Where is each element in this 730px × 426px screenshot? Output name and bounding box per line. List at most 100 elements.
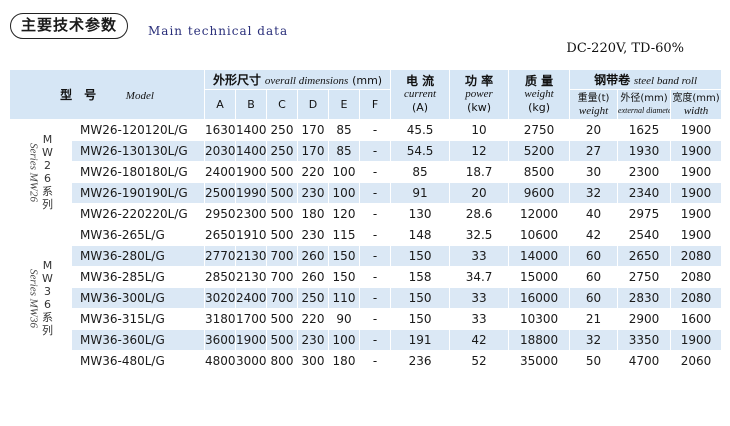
table-row: MW36-285L/G 2850 2130 700 260 150-158 34.7 1500…	[10, 266, 723, 288]
model-cell: MW36-300L/G	[71, 287, 205, 309]
cell-current: 85	[390, 161, 451, 183]
cell-power: 20	[449, 182, 510, 204]
table-row: MW26-190190L/G 2500 1990 500 230 100-91 20 9600…	[10, 182, 723, 204]
current-header-unit: (A)	[411, 101, 429, 114]
cell-d: 170	[297, 140, 329, 162]
cell-e: 100	[328, 161, 360, 183]
cell-f: -	[358, 161, 392, 183]
cell-band-od: 1625	[617, 119, 672, 141]
cell-e: 90	[328, 308, 360, 330]
series-label: Series MW26 MW26系列	[9, 119, 72, 225]
band-weight-header-en: weight	[578, 104, 609, 117]
cell-c: 500	[266, 182, 298, 204]
table-row: MW26-180180L/G 2400 1900 500 220 100-85 18.7 85…	[10, 161, 723, 183]
cell-c: 500	[266, 203, 298, 225]
cell-c: 500	[266, 329, 298, 351]
weight-header-cn: 质 量	[524, 74, 554, 88]
cell-band-weight: 20	[569, 119, 619, 141]
cell-f: -	[358, 266, 392, 288]
cell-band-width: 2080	[670, 245, 723, 267]
cell-e: 150	[328, 266, 360, 288]
cell-power: 12	[449, 140, 510, 162]
series-label-cn: MW26系列	[42, 133, 53, 211]
cell-a: 3180	[204, 308, 236, 330]
table-row: MW36-360L/G 3600 1900 500 230 100-191 42 18800 3…	[10, 329, 723, 351]
cell-band-weight: 60	[569, 287, 619, 309]
cell-current: 91	[390, 182, 451, 204]
cell-current: 150	[390, 308, 451, 330]
cell-a: 2650	[204, 224, 236, 246]
cell-band-weight: 40	[569, 203, 619, 225]
model-header-cn: 型 号	[60, 88, 97, 102]
cell-b: 3000	[235, 350, 267, 372]
cell-c: 500	[266, 161, 298, 183]
dimensions-header-en: overall dimensions	[264, 75, 349, 87]
dim-col-c: C	[266, 89, 298, 120]
cell-a: 2400	[204, 161, 236, 183]
dim-col-f: F	[358, 89, 392, 120]
cell-e: 150	[328, 245, 360, 267]
cell-e: 100	[328, 182, 360, 204]
cell-c: 500	[266, 308, 298, 330]
power-header-cn: 功 率	[464, 74, 494, 88]
table-row: MW36-315L/G 3180 1700 500 220 90-150 33 10300 21…	[10, 308, 723, 330]
band-width-header-cn: 宽度(mm)	[672, 92, 720, 104]
cell-band-weight: 21	[569, 308, 619, 330]
model-cell: MW26-120120L/G	[71, 119, 205, 141]
cell-b: 2130	[235, 245, 267, 267]
power-header: 功 率 power (kw)	[449, 69, 510, 120]
cell-power: 52	[449, 350, 510, 372]
cell-band-width: 2080	[670, 287, 723, 309]
cell-b: 1900	[235, 329, 267, 351]
cell-band-od: 2900	[617, 308, 672, 330]
cell-band-weight: 60	[569, 245, 619, 267]
cell-band-weight: 50	[569, 350, 619, 372]
cell-band-weight: 30	[569, 161, 619, 183]
cell-a: 1630	[204, 119, 236, 141]
cell-power: 33	[449, 308, 510, 330]
cell-band-width: 1600	[670, 308, 723, 330]
cell-f: -	[358, 245, 392, 267]
band-width-header: 宽度(mm) width	[670, 89, 723, 120]
cell-band-od: 2650	[617, 245, 672, 267]
cell-a: 2850	[204, 266, 236, 288]
cell-f: -	[358, 308, 392, 330]
cell-weight: 14000	[508, 245, 571, 267]
cell-a: 2770	[204, 245, 236, 267]
cell-band-weight: 32	[569, 182, 619, 204]
cell-power: 34.7	[449, 266, 510, 288]
cell-band-width: 1900	[670, 161, 723, 183]
cell-d: 170	[297, 119, 329, 141]
cell-current: 150	[390, 245, 451, 267]
cell-band-weight: 42	[569, 224, 619, 246]
band-width-header-en: width	[683, 104, 709, 117]
section-subtitle: Main technical data	[148, 24, 289, 38]
cell-band-od: 2975	[617, 203, 672, 225]
cell-a: 4800	[204, 350, 236, 372]
cell-c: 250	[266, 119, 298, 141]
cell-weight: 35000	[508, 350, 571, 372]
cell-a: 3600	[204, 329, 236, 351]
dimensions-header-cn: 外形尺寸	[212, 73, 261, 87]
cell-d: 260	[297, 266, 329, 288]
cell-power: 10	[449, 119, 510, 141]
cell-band-width: 1900	[670, 329, 723, 351]
power-header-en: power	[465, 88, 493, 100]
cell-d: 230	[297, 224, 329, 246]
current-header-cn: 电 流	[405, 74, 435, 88]
weight-header-en: weight	[524, 88, 554, 100]
cell-d: 180	[297, 203, 329, 225]
cell-e: 100	[328, 329, 360, 351]
cell-band-od: 2340	[617, 182, 672, 204]
cell-d: 250	[297, 287, 329, 309]
cell-f: -	[358, 119, 392, 141]
model-cell: MW36-285L/G	[71, 266, 205, 288]
table-row: Series MW36 MW36系列 MW36-265L/G 2650 1910 500 2…	[9, 224, 723, 372]
table-row: MW36-480L/G 4800 3000 800 300 180-236 52 35000 5…	[10, 350, 723, 372]
cell-c: 700	[266, 245, 298, 267]
cell-d: 220	[297, 161, 329, 183]
cell-band-od: 2540	[617, 224, 672, 246]
cell-d: 260	[297, 245, 329, 267]
cell-d: 230	[297, 329, 329, 351]
model-cell: MW36-480L/G	[71, 350, 205, 372]
